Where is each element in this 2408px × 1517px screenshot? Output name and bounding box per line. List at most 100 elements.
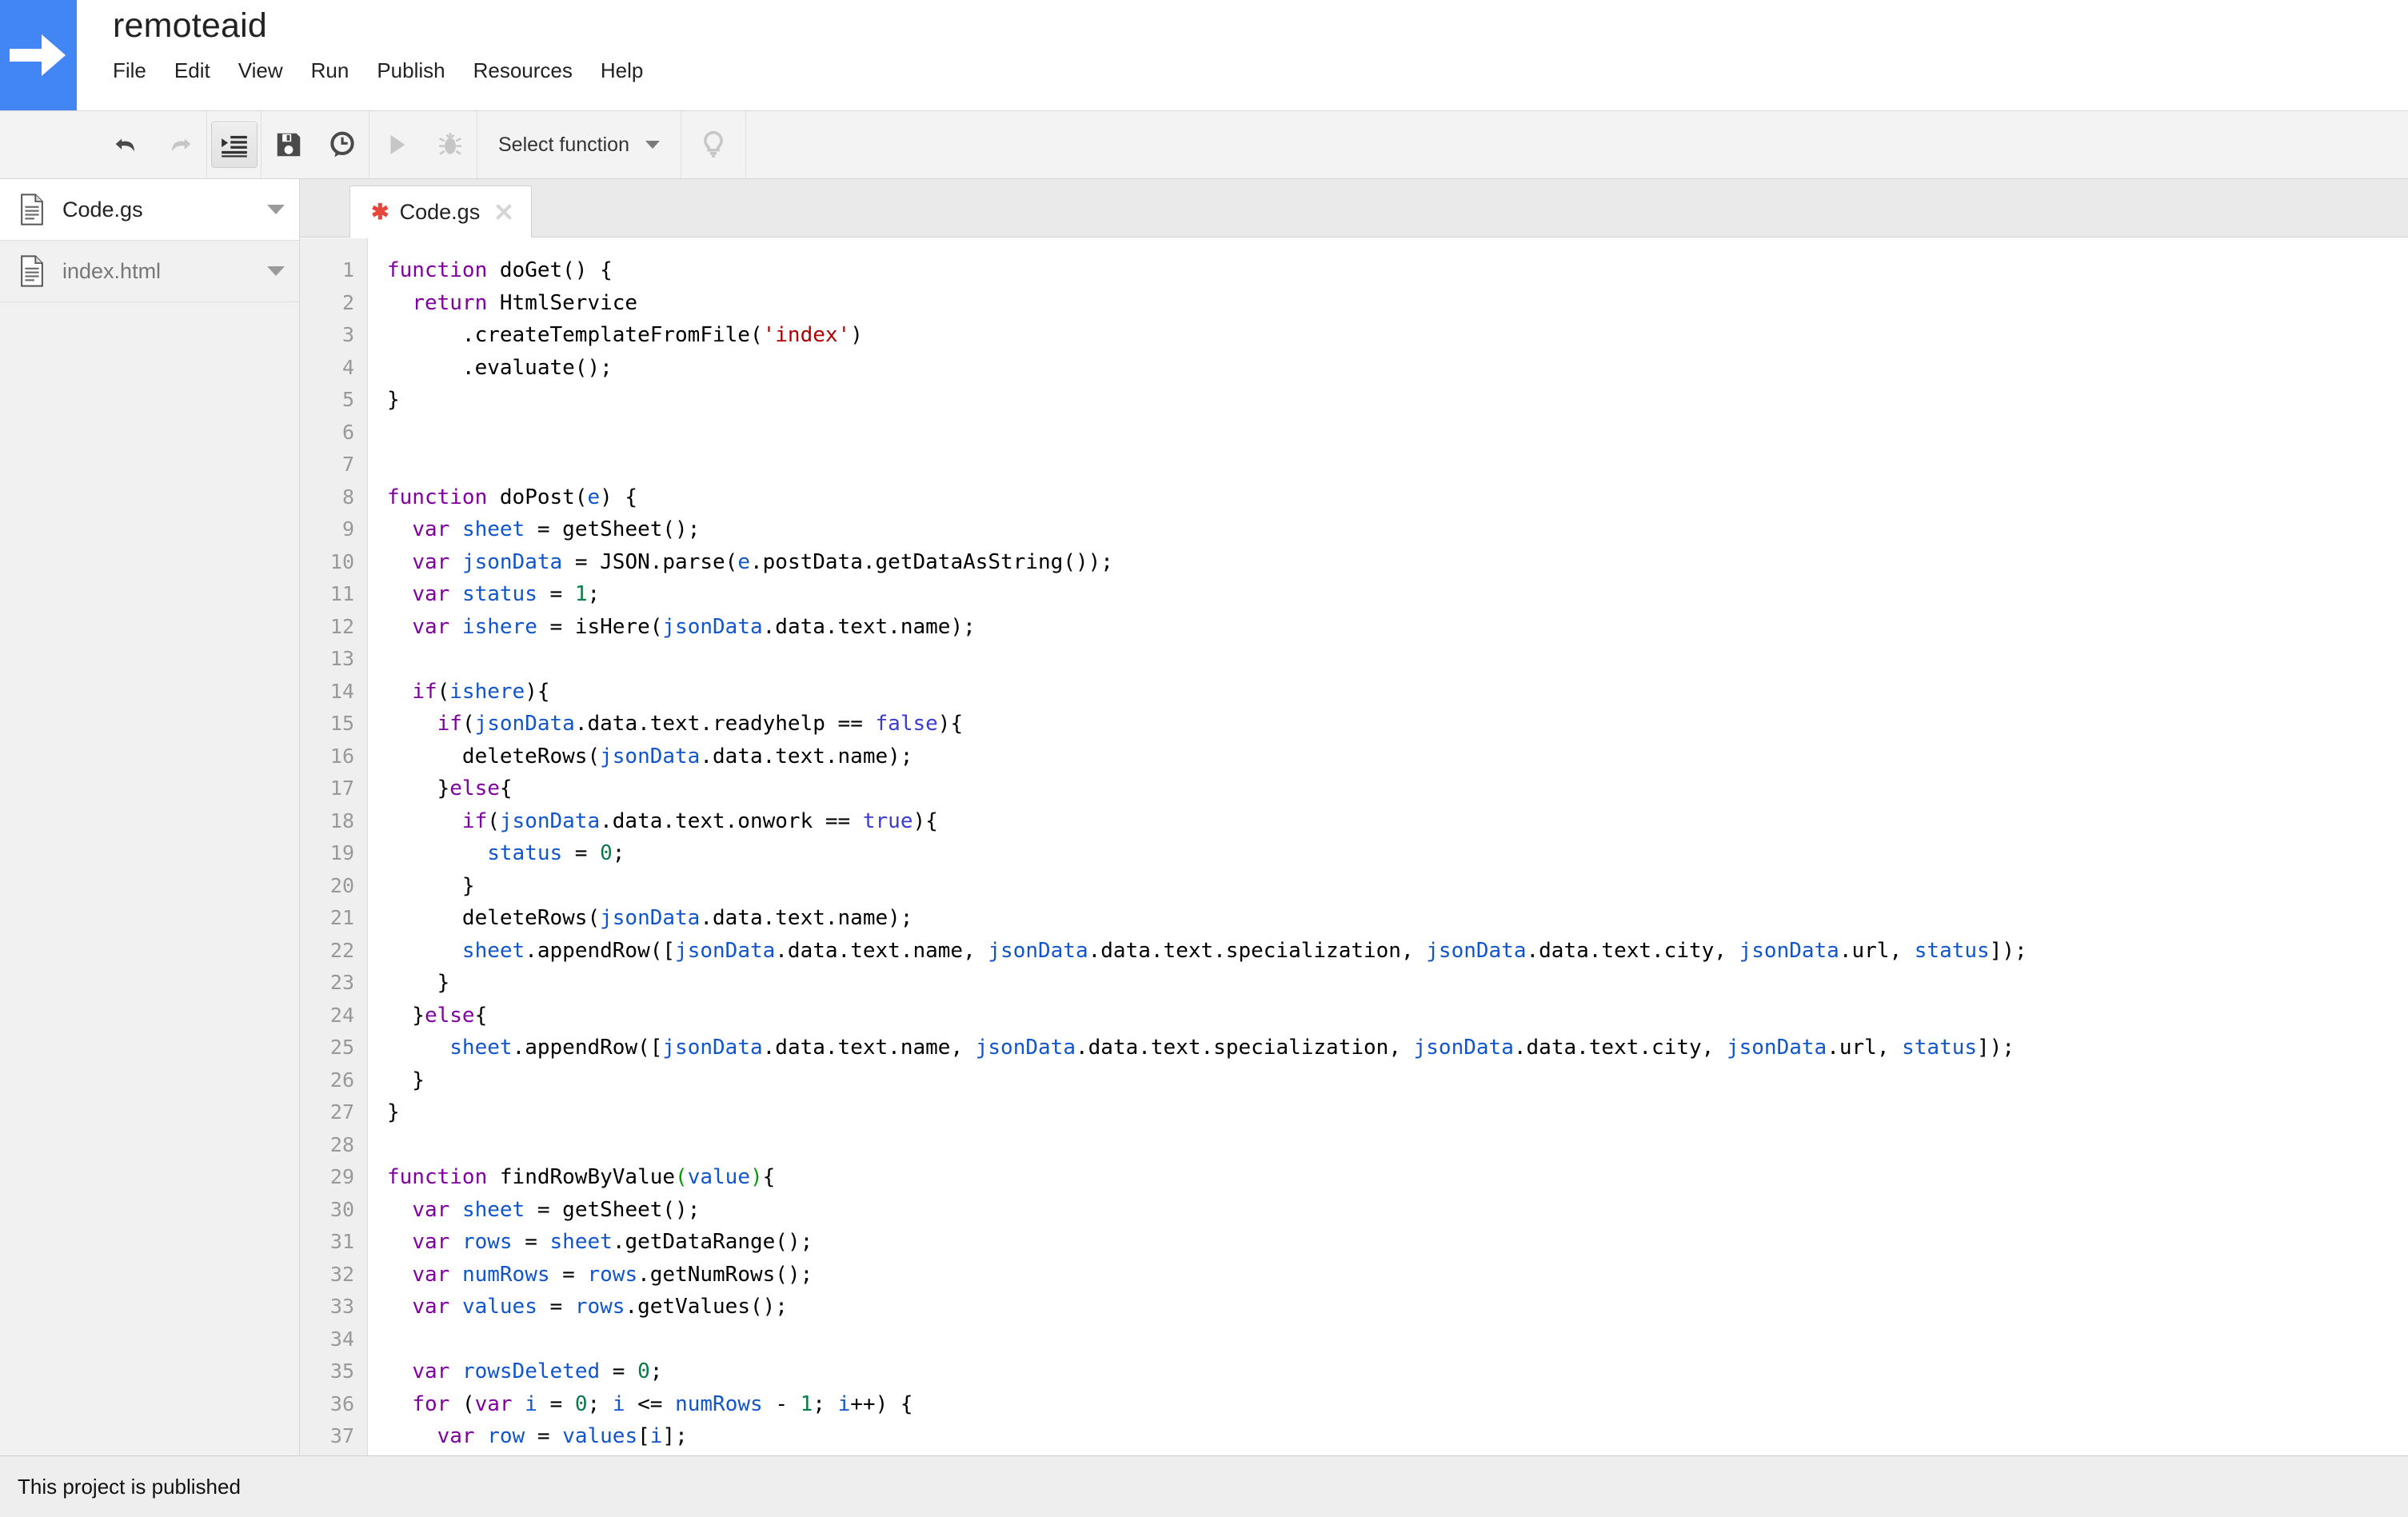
play-icon (374, 122, 419, 167)
menu-item-help[interactable]: Help (601, 54, 657, 88)
code-token: jsonData (600, 906, 701, 930)
tab-code-gs[interactable]: ✱ Code.gs (349, 186, 533, 238)
line-number: 14 (329, 679, 354, 703)
chevron-down-icon[interactable] (267, 205, 285, 214)
code-token: ){ (937, 712, 964, 736)
code-token: ; (649, 1359, 663, 1383)
code-token: { (762, 1165, 776, 1189)
code-token: jsonData (461, 549, 563, 574)
code-token: jsonData (499, 808, 601, 833)
menu-item-run[interactable]: Run (311, 54, 364, 88)
code-line: deleteRows(jsonData.data.text.name); (387, 902, 2408, 935)
version-history-button[interactable] (315, 111, 369, 178)
code-token: ]; (662, 1424, 688, 1448)
line-number: 12 (329, 614, 354, 638)
code-token: 1 (574, 582, 588, 606)
code-token: e (587, 485, 601, 509)
code-token: } (387, 1068, 425, 1092)
menu-item-file[interactable]: File (113, 54, 161, 88)
undo-button[interactable] (99, 111, 153, 178)
code-text[interactable]: function doGet() { return HtmlService .c… (368, 238, 2408, 1455)
file-sidebar: Code.gs index.html (0, 179, 300, 1455)
redo-icon (158, 122, 202, 167)
menu-item-resources[interactable]: Resources (473, 54, 587, 88)
code-token: status (487, 841, 563, 865)
code-line: deleteRows(jsonData.data.text.name); (387, 741, 2408, 773)
tab-label: Code.gs (399, 199, 481, 224)
code-token: jsonData (474, 712, 575, 736)
code-token: .data.text.name); (700, 906, 913, 930)
code-line: .createTemplateFromFile('index') (387, 319, 2408, 352)
menu-item-edit[interactable]: Edit (174, 54, 225, 88)
code-editor[interactable]: 1 2 3 4 5 6 7 8 9 10 11 12 13 14 15 16 17 18 19 20 21 22 23 24 2… (300, 238, 2408, 1455)
code-token: jsonData (1739, 938, 1839, 963)
chevron-down-icon[interactable] (267, 266, 285, 276)
code-token: ++) { (850, 1391, 913, 1416)
code-token: 0 (637, 1359, 650, 1383)
sidebar-item-code-gs[interactable]: Code.gs (0, 179, 299, 241)
run-button[interactable] (369, 111, 423, 178)
code-token: numRows (675, 1391, 763, 1416)
line-number: 32 (329, 1262, 354, 1286)
code-line: } (387, 1096, 2408, 1129)
code-token: sheet (461, 1197, 525, 1222)
code-token: = getSheet(); (525, 1197, 701, 1222)
code-token: jsonData (1426, 938, 1527, 963)
arrow-right-icon (10, 31, 67, 79)
code-token: sheet (461, 938, 525, 963)
code-token: .data.text.name); (700, 744, 913, 768)
function-select[interactable]: Select function (477, 111, 681, 178)
code-token: .url, (1827, 1036, 1903, 1060)
code-line: if(jsonData.data.text.readyhelp == false… (387, 708, 2408, 741)
redo-button[interactable] (153, 111, 206, 178)
code-token: var (412, 549, 450, 574)
code-token: ]); (1977, 1036, 2015, 1060)
menu-item-view[interactable]: View (238, 54, 298, 88)
lightbulb-button[interactable] (681, 111, 745, 178)
code-token: ; (612, 841, 625, 865)
code-token: ) (749, 1165, 763, 1189)
save-button[interactable] (262, 111, 315, 178)
menu-item-publish[interactable]: Publish (377, 54, 459, 88)
code-token: 1 (800, 1391, 813, 1416)
editor-pane: ✱ Code.gs 1 2 3 4 5 6 7 8 9 10 11 12 13 14 15 16 17 18 19 2… (300, 179, 2408, 1455)
status-bar: This project is published (0, 1455, 2408, 1517)
code-token: = (549, 1262, 588, 1287)
code-token: { (499, 776, 513, 800)
code-line: var rows = sheet.getDataRange(); (387, 1226, 2408, 1259)
close-icon[interactable] (494, 202, 513, 222)
code-token: .data.text.city, (1513, 1036, 1727, 1060)
toolbar: Select function (0, 110, 2408, 179)
code-token: ; (813, 1391, 838, 1416)
sidebar-empty-area (0, 302, 299, 1455)
line-number-gutter: 1 2 3 4 5 6 7 8 9 10 11 12 13 14 15 16 17 18 19 20 21 22 23 24 2… (300, 238, 368, 1455)
indent-button[interactable] (207, 111, 261, 178)
code-token: var (412, 1230, 450, 1254)
toolbar-group-run (369, 111, 477, 178)
debug-button[interactable] (423, 111, 477, 178)
code-token: ){ (525, 679, 550, 704)
code-token: row (487, 1424, 525, 1448)
code-token: ishere (449, 679, 525, 704)
code-line: var status = 1; (387, 578, 2408, 611)
line-number: 24 (329, 1003, 354, 1027)
sidebar-item-index-html[interactable]: index.html (0, 241, 299, 302)
code-token: jsonData (662, 614, 763, 639)
code-token: = (537, 1295, 575, 1319)
code-token: { (474, 1003, 488, 1028)
code-token: e (737, 549, 750, 574)
code-token: = (512, 1230, 550, 1254)
code-line: }else{ (387, 772, 2408, 805)
